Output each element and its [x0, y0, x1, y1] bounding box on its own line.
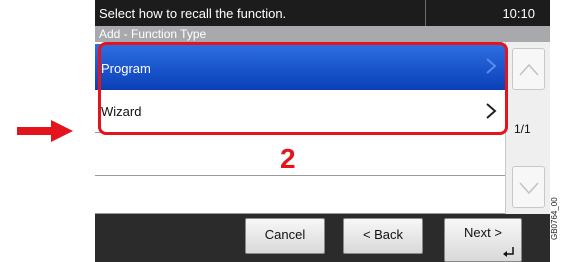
- callout-highlight: [98, 42, 508, 135]
- back-button[interactable]: < Back: [343, 218, 423, 254]
- cancel-button[interactable]: Cancel: [245, 218, 325, 254]
- figure-code: GB0764_00: [550, 197, 559, 240]
- enter-icon: [503, 247, 514, 257]
- scroll-column: 1/1: [505, 42, 550, 214]
- scroll-up-button[interactable]: [512, 48, 545, 90]
- list-item-empty: [95, 133, 505, 176]
- status-bar: Select how to recall the function. 10:10: [95, 0, 550, 26]
- title-bar: Add - Function Type: [95, 26, 550, 42]
- list-item-empty: [95, 176, 505, 214]
- indicator-arrow-icon: [17, 120, 73, 142]
- arrow-down-icon: [519, 182, 539, 195]
- arrow-up-icon: [519, 63, 539, 76]
- status-message: Select how to recall the function.: [99, 6, 287, 21]
- callout-step-number: 2: [280, 143, 296, 174]
- status-time: 10:10: [502, 6, 535, 21]
- screen-title: Add - Function Type: [99, 27, 207, 41]
- bottom-bar: Cancel < Back Next >: [95, 214, 550, 262]
- next-button[interactable]: Next >: [444, 218, 522, 262]
- scroll-down-button[interactable]: [512, 166, 545, 208]
- next-button-label: Next >: [464, 225, 502, 240]
- page-indicator: 1/1: [514, 122, 531, 136]
- status-separator: [425, 0, 426, 26]
